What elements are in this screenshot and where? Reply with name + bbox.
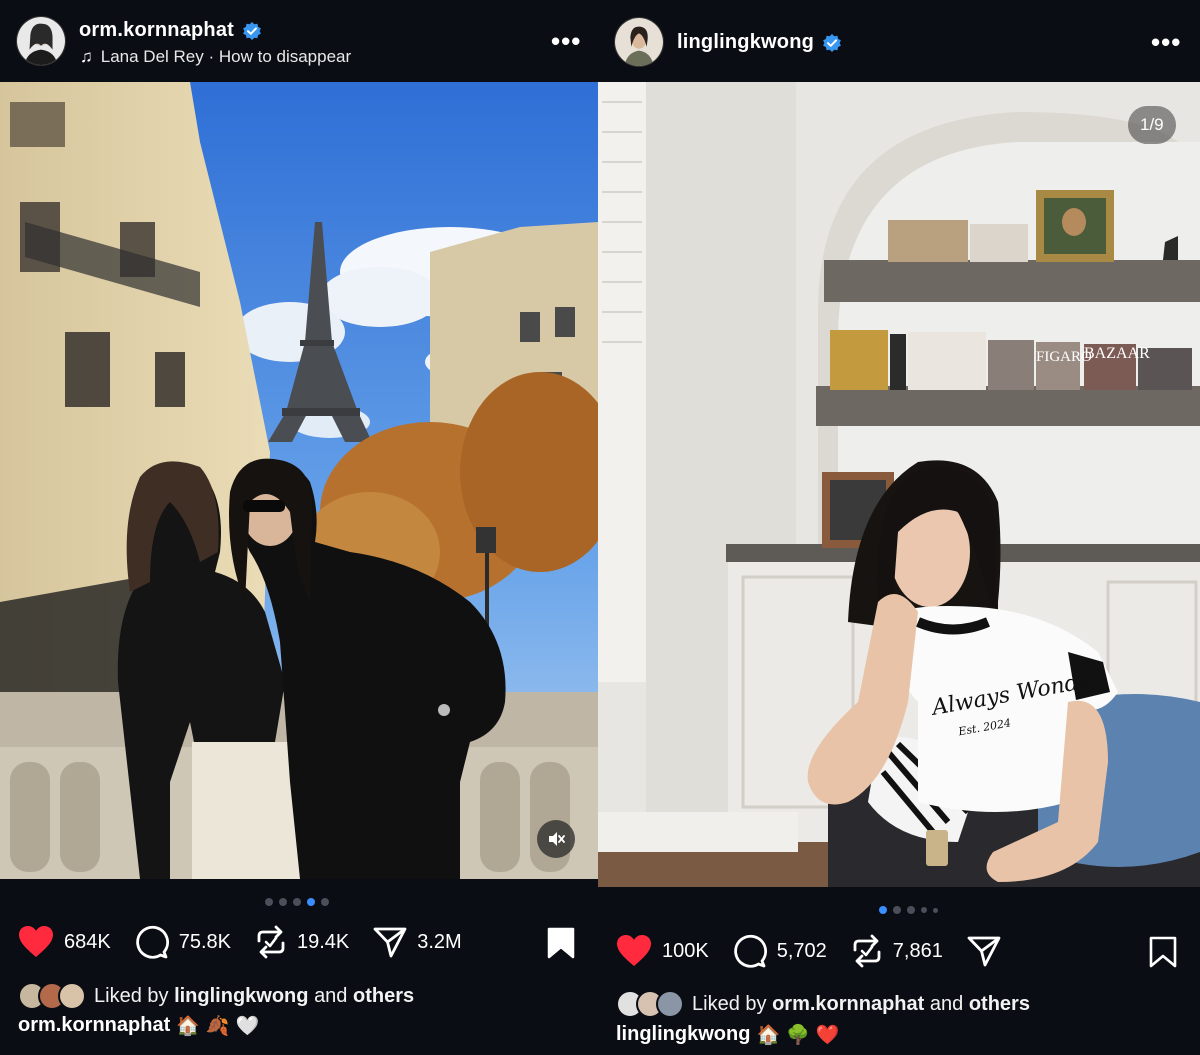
liked-by-user[interactable]: linglingkwong [174,985,308,1008]
comment-icon [733,934,767,968]
right-carousel-dots [879,906,938,914]
left-like-button[interactable]: 684K [18,925,111,959]
caption-emoji: 🏠 [756,1024,781,1046]
repost-icon [853,934,881,968]
left-comment-button[interactable]: 75.8K [135,925,231,959]
magazine-title-bazaar: BAZAAR [1084,345,1150,362]
right-like-count: 100K [662,939,709,962]
right-post-username-row[interactable]: linglingkwong [677,31,842,54]
right-post-header: linglingkwong ••• [598,0,1200,82]
music-note-icon: ♫ [80,47,93,66]
right-post: linglingkwong ••• FIGARO BAZAAR Always W… [598,0,1200,1055]
right-post-avatar[interactable] [614,17,664,67]
right-repost-button[interactable]: 7,861 [851,934,943,968]
right-post-photo[interactable]: FIGARO BAZAAR Always Wonder Est. 2024 [598,82,1200,887]
right-liked-by[interactable]: Liked by orm.kornnaphat and others [616,990,1030,1018]
right-comment-button[interactable]: 5,702 [733,934,827,968]
right-comment-count: 5,702 [776,939,827,962]
liked-by-others[interactable]: others [353,985,414,1008]
right-action-bar: 100K 5,702 7,861 [616,934,1200,968]
speaker-muted-icon[interactable] [537,820,575,858]
carousel-dot [907,906,915,914]
comment-icon [135,925,169,959]
left-post-username-row[interactable]: orm.kornnaphat [79,19,262,42]
caption-emoji: 🏠 [176,1015,200,1037]
carousel-dot [265,898,273,906]
repost-icon [257,925,285,959]
left-carousel-dots [265,898,329,906]
left-post-photo[interactable] [0,82,598,879]
carousel-dot [293,898,301,906]
carousel-dot [279,898,287,906]
carousel-counter: 1/9 [1128,106,1176,144]
left-share-button[interactable]: 3.2M [373,925,462,959]
left-comment-count: 75.8K [178,930,231,953]
heart-icon [617,935,651,966]
liked-by-and: and [314,984,348,1007]
bookmark-icon [547,927,575,959]
right-share-button[interactable] [967,934,1001,968]
caption-username[interactable]: linglingkwong [616,1023,750,1046]
right-like-button[interactable]: 100K [616,934,709,968]
liked-by-others[interactable]: others [969,993,1030,1016]
left-post: orm.kornnaphat ♫ Lana Del Rey · How to d… [0,0,598,1055]
caption-emoji: 🤍 [235,1015,260,1037]
liked-by-user[interactable]: orm.kornnaphat [772,993,924,1016]
left-share-count: 3.2M [417,930,462,953]
carousel-dot [893,906,901,914]
right-caption: linglingkwong 🏠 🌳 ❤️ [616,1023,839,1046]
carousel-dot-active [879,906,887,914]
left-post-music[interactable]: ♫ Lana Del Rey · How to disappear [80,47,351,67]
right-post-username[interactable]: linglingkwong [677,31,814,54]
music-label: Lana Del Rey · How to disappear [100,47,352,66]
left-liked-by[interactable]: Liked by linglingkwong and others [18,982,414,1010]
liked-by-and: and [929,992,964,1015]
left-post-avatar[interactable] [16,16,66,66]
liked-by-prefix: Liked by [692,992,767,1015]
carousel-dot [933,907,938,913]
left-like-count: 684K [64,930,111,953]
caption-emoji: 🌳 [786,1024,810,1046]
left-bookmark-button[interactable] [547,927,575,964]
left-repost-count: 19.4K [296,930,350,953]
carousel-dot [921,907,927,913]
right-repost-count: 7,861 [892,939,943,962]
left-caption: orm.kornnaphat 🏠 🍂 🤍 [18,1014,259,1037]
verified-badge-icon [822,33,842,53]
left-post-more-button[interactable]: ••• [551,26,581,57]
left-post-username[interactable]: orm.kornnaphat [79,19,234,42]
liked-by-avatars [18,982,86,1010]
left-repost-button[interactable]: 19.4K [255,925,349,959]
right-bookmark-button[interactable] [1149,936,1177,973]
send-icon [967,936,1001,967]
verified-badge-icon [242,21,262,41]
caption-emoji: 🍂 [205,1015,230,1037]
bookmark-icon [1149,936,1177,968]
left-post-header: orm.kornnaphat ♫ Lana Del Rey · How to d… [0,0,598,82]
caption-username[interactable]: orm.kornnaphat [18,1014,170,1037]
carousel-dot-active [307,898,315,906]
liked-by-avatars [616,990,684,1018]
caption-emoji: ❤️ [815,1024,840,1046]
liked-by-prefix: Liked by [94,984,169,1007]
heart-icon [19,926,53,957]
send-icon [373,927,407,958]
carousel-dot [321,898,329,906]
right-post-more-button[interactable]: ••• [1151,27,1181,58]
left-action-bar: 684K 75.8K 19.4K 3.2M [18,925,598,959]
